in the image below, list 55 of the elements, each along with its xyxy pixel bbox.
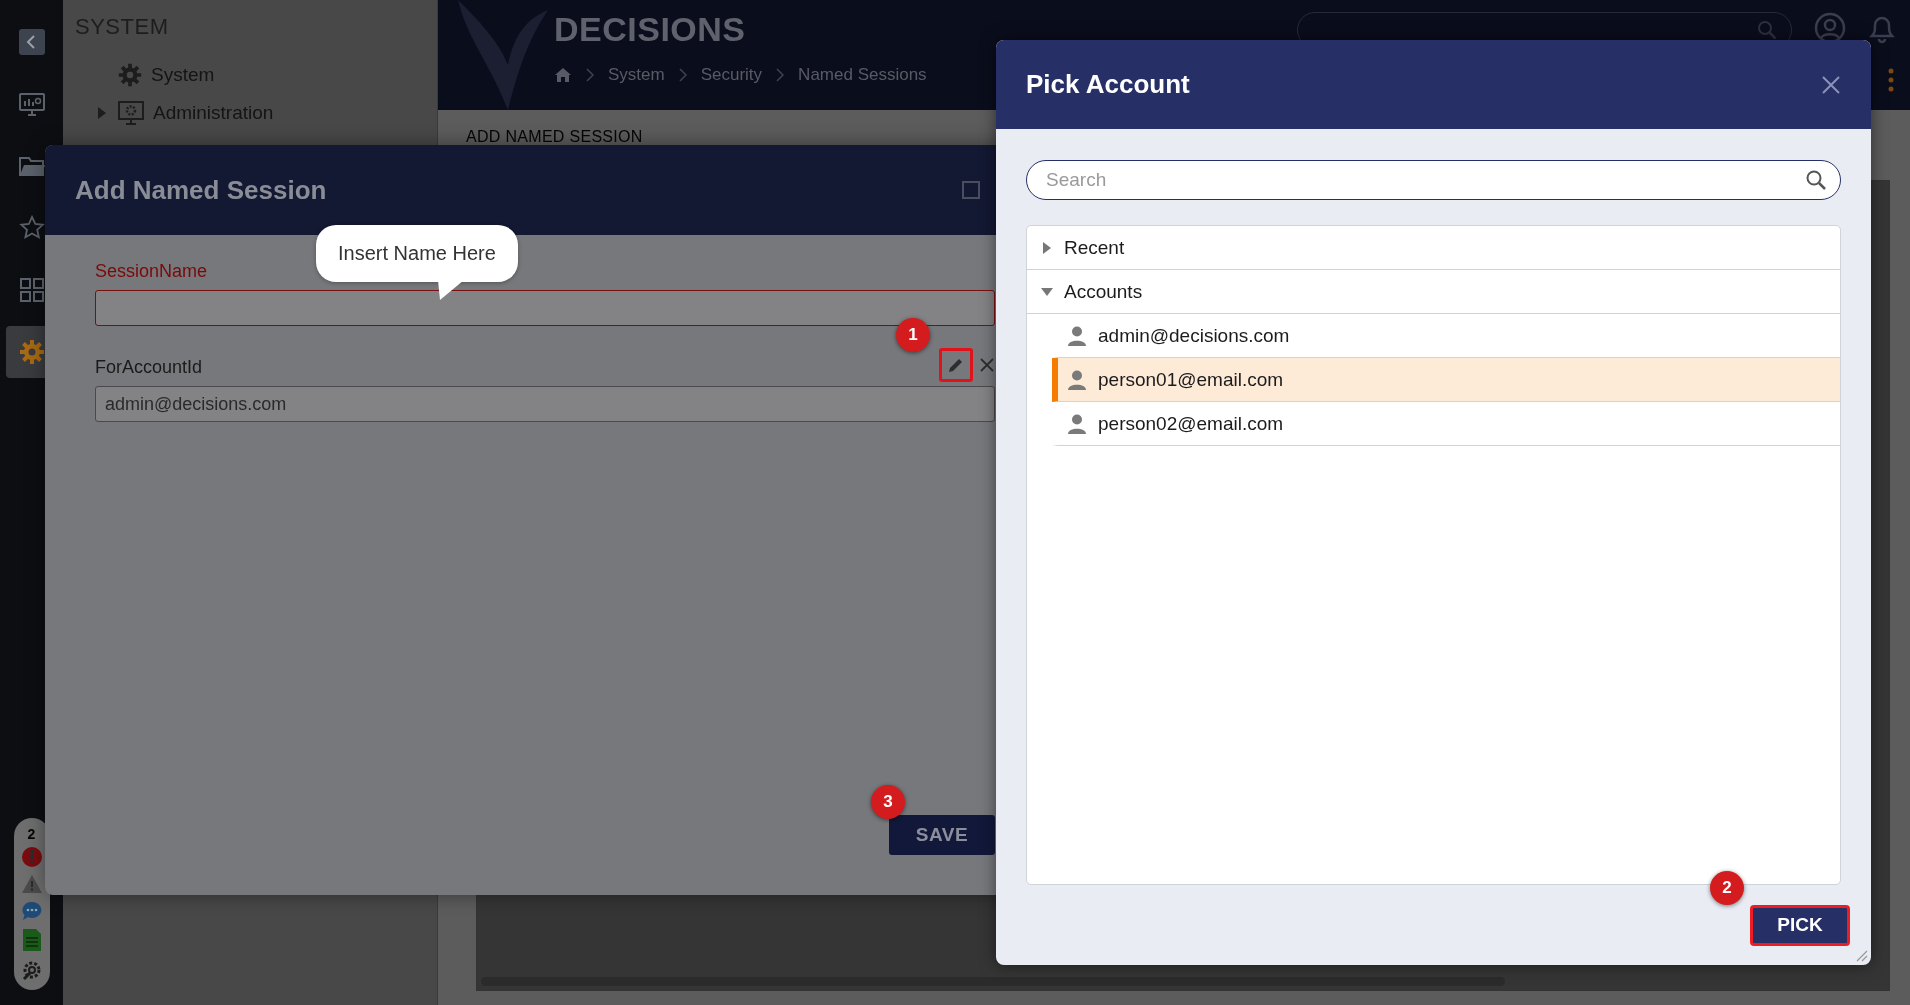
chevron-icon bbox=[678, 68, 687, 82]
step-badge: 3 bbox=[871, 785, 905, 819]
chevron-icon bbox=[776, 68, 785, 82]
maximize-icon[interactable] bbox=[962, 181, 980, 199]
tree-node[interactable]: Accounts bbox=[1064, 280, 1143, 303]
tree-node[interactable]: Recent bbox=[1064, 236, 1125, 259]
breadcrumb-link[interactable]: Named Sessions bbox=[798, 65, 927, 85]
notification-count: 2 bbox=[27, 828, 36, 840]
kebab-icon[interactable] bbox=[1888, 68, 1894, 92]
search-icon bbox=[1757, 20, 1777, 40]
input-field[interactable]: admin@decisions.com bbox=[95, 386, 995, 422]
field-label: ForAccountId bbox=[95, 356, 203, 378]
brand-name: DECISIONS bbox=[554, 10, 747, 49]
account-name: person01@email.com bbox=[1098, 368, 1284, 391]
error-icon[interactable] bbox=[20, 846, 43, 868]
chevron-icon bbox=[586, 68, 594, 82]
dialog-title: Pick Account bbox=[1026, 69, 1190, 100]
dialog-title: Add Named Session bbox=[75, 174, 327, 206]
breadcrumb-link[interactable]: System bbox=[608, 65, 665, 85]
search-icon bbox=[1805, 169, 1827, 191]
star-icon bbox=[18, 215, 45, 241]
back-icon bbox=[18, 29, 45, 55]
close-icon[interactable] bbox=[1821, 74, 1841, 95]
grid-icon bbox=[18, 277, 45, 303]
field-label: SessionName bbox=[95, 260, 208, 282]
user-icon bbox=[1068, 413, 1086, 434]
account-name: admin@decisions.com bbox=[1098, 324, 1290, 347]
resize-handle-icon[interactable] bbox=[1854, 948, 1868, 962]
save-button[interactable]: SAVE bbox=[889, 815, 995, 855]
account-row[interactable]: person01@email.com bbox=[1052, 358, 1840, 402]
search-field[interactable]: Search bbox=[1026, 160, 1841, 200]
monitor-icon bbox=[17, 91, 46, 117]
gear-icon bbox=[117, 62, 143, 88]
account-row[interactable]: person02@email.com bbox=[1052, 402, 1840, 446]
account-name: person02@email.com bbox=[1098, 412, 1284, 435]
caret-icon[interactable] bbox=[1041, 286, 1053, 297]
user-icon bbox=[1068, 325, 1086, 346]
input-field[interactable] bbox=[95, 290, 995, 326]
step-badge: 1 bbox=[896, 318, 930, 352]
home-icon[interactable] bbox=[554, 67, 572, 83]
pencil-icon bbox=[947, 356, 965, 374]
close-icon[interactable] bbox=[979, 357, 995, 373]
warning-icon[interactable] bbox=[20, 874, 43, 894]
user-icon bbox=[1068, 369, 1086, 390]
monitor-gear-icon bbox=[117, 100, 145, 126]
breadcrumb-link[interactable]: Security bbox=[700, 65, 763, 85]
caret-icon[interactable] bbox=[1042, 241, 1052, 254]
folder-icon bbox=[17, 154, 46, 178]
tooltip-tail bbox=[438, 280, 464, 300]
document-icon[interactable] bbox=[21, 928, 42, 952]
page-heading: ADD NAMED SESSION bbox=[466, 128, 644, 146]
pick-button[interactable]: PICK bbox=[1750, 904, 1850, 946]
chat-icon[interactable] bbox=[20, 900, 43, 922]
step-badge: 2 bbox=[1710, 871, 1744, 905]
edit-button[interactable] bbox=[939, 348, 973, 382]
